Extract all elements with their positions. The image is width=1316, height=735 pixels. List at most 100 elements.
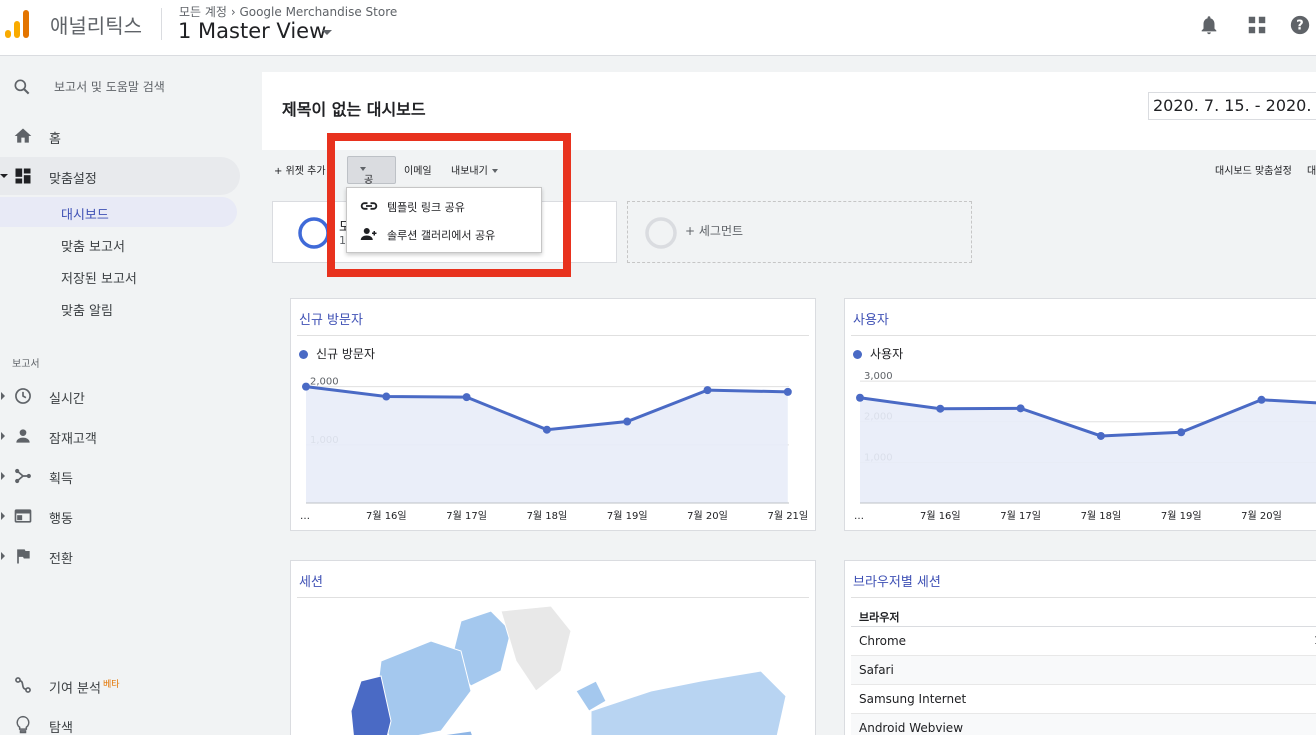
- logo-bar-large: [23, 10, 29, 38]
- sidebar-item-acquisition[interactable]: 획득: [0, 457, 240, 495]
- expand-arrow-icon: [1, 552, 5, 560]
- customize-dashboard-button[interactable]: 대시보드 맞춤설정: [1215, 162, 1292, 177]
- view-selector[interactable]: 1 Master View: [178, 19, 326, 43]
- sidebar-subitem-custom-reports[interactable]: 맞춤 보고서: [0, 229, 237, 259]
- export-button[interactable]: 내보내기: [451, 162, 498, 177]
- widget-title[interactable]: 세션: [299, 571, 323, 590]
- sidebar-item-label: 기여 분석 베타: [49, 677, 120, 696]
- expand-arrow-icon: [1, 472, 5, 480]
- sidebar-subitem-dashboards[interactable]: 대시보드: [0, 197, 237, 227]
- sidebar-item-behavior[interactable]: 행동: [0, 497, 240, 535]
- widget-new-visitors: 신규 방문자 신규 방문자 1,0002,000…7월 16일7월 17일7월 …: [290, 298, 816, 531]
- y-tick-label: 2,000: [310, 377, 339, 388]
- top-header: 애널리틱스 모든 계정 › Google Merchandise Store 1…: [0, 0, 1316, 56]
- sidebar-item-attribution[interactable]: 기여 분석 베타: [0, 666, 240, 704]
- delete-dashboard-button[interactable]: 대: [1307, 162, 1316, 177]
- beta-badge: 베타: [102, 680, 120, 690]
- logo-bar-small: [5, 30, 11, 38]
- widget-browser-sessions: 브라우저별 세션 브라우저 Chrome1 Safari Samsung Int…: [844, 560, 1316, 735]
- widget-divider: [851, 597, 1316, 598]
- export-label: 내보내기: [451, 166, 488, 177]
- new-visitors-line-chart: 1,0002,000…7월 16일7월 17일7월 18일7월 19일7월 20…: [300, 375, 808, 522]
- data-point: [302, 382, 310, 391]
- breadcrumb-property[interactable]: Google Merchandise Store: [239, 5, 397, 19]
- sidebar-item-label: 탐색: [49, 721, 73, 735]
- widget-title[interactable]: 브라우저별 세션: [853, 571, 941, 590]
- data-point: [936, 404, 945, 413]
- data-point: [1177, 428, 1186, 437]
- sidebar-subitem-label: 저장된 보고서: [61, 272, 137, 287]
- y-tick-label: 3,000: [864, 371, 893, 382]
- x-tick-label: 7월 20일: [1241, 510, 1282, 522]
- browser-name: Android Webview: [859, 721, 964, 735]
- date-range-picker[interactable]: 2020. 7. 15. - 2020. 7. 21.: [1148, 92, 1316, 120]
- search-icon: [14, 79, 30, 95]
- browser-name: Samsung Internet: [859, 692, 967, 706]
- sidebar-subitem-label: 맞춤 알림: [61, 304, 113, 319]
- sidebar-item-discover[interactable]: 탐색: [0, 706, 240, 735]
- email-button[interactable]: 이메일: [404, 162, 432, 177]
- svg-text:?: ?: [1296, 19, 1303, 34]
- breadcrumb[interactable]: 모든 계정 › Google Merchandise Store: [179, 3, 397, 20]
- sidebar-item-audience[interactable]: 잠재고객: [0, 417, 240, 455]
- map-region-greenland[interactable]: [500, 605, 572, 692]
- link-icon: [360, 202, 378, 210]
- x-tick-label: 7월 19일: [1161, 510, 1202, 522]
- add-segment-slot[interactable]: + 세그먼트: [627, 201, 972, 263]
- sidebar-subitem-label: 대시보드: [61, 208, 109, 223]
- notifications-bell-icon[interactable]: [1198, 14, 1220, 36]
- dashboard-title[interactable]: 제목이 없는 대시보드: [282, 96, 426, 120]
- menu-item-label: 템플릿 링크 공유: [387, 201, 465, 214]
- person-icon: [16, 429, 30, 443]
- data-point: [1016, 404, 1025, 413]
- sidebar-item-label: 행동: [49, 512, 73, 527]
- search-placeholder: 보고서 및 도움말 검색: [54, 80, 165, 94]
- widget-users: 사용자 사용자 1,0002,0003,000…7월 16일7월 17일7월 1…: [844, 298, 1316, 531]
- expand-arrow-icon: [0, 174, 8, 178]
- browser-name: Safari: [859, 663, 894, 677]
- share-button[interactable]: 공유: [347, 156, 396, 201]
- x-tick-label: 7월 16일: [920, 510, 961, 522]
- sidebar-item-realtime[interactable]: 실시간: [0, 377, 240, 415]
- person-add-icon: [360, 228, 377, 240]
- map-region-scandinavia[interactable]: [575, 680, 607, 712]
- sidebar-subitem-saved-reports[interactable]: 저장된 보고서: [0, 261, 237, 291]
- add-segment-label: + 세그먼트: [685, 224, 744, 238]
- table-header-browser[interactable]: 브라우저: [851, 599, 1316, 627]
- menu-item-share-template-link[interactable]: 템플릿 링크 공유: [347, 192, 541, 220]
- sidebar-subitem-custom-alerts[interactable]: 맞춤 알림: [0, 293, 237, 323]
- x-tick-label: 7월 18일: [1081, 510, 1122, 522]
- sidebar-search[interactable]: 보고서 및 도움말 검색: [0, 70, 250, 102]
- analytics-logo[interactable]: [4, 8, 34, 38]
- menu-item-share-solutions-gallery[interactable]: 솔루션 갤러리에서 공유: [347, 220, 541, 248]
- view-dropdown-icon[interactable]: [322, 30, 332, 35]
- table-row[interactable]: Android Webview: [851, 714, 1316, 735]
- table-row[interactable]: Safari: [851, 656, 1316, 685]
- help-icon[interactable]: ?: [1289, 14, 1311, 36]
- app-name: 애널리틱스: [50, 14, 142, 38]
- sidebar-item-conversions[interactable]: 전환: [0, 537, 240, 575]
- table-row[interactable]: Samsung Internet: [851, 685, 1316, 714]
- table-row[interactable]: Chrome1: [851, 627, 1316, 656]
- clock-icon: [15, 388, 31, 404]
- data-point: [462, 393, 471, 402]
- caret-down-icon: [491, 169, 498, 173]
- map-region-eurasia[interactable]: [590, 670, 787, 735]
- x-tick-label: …: [854, 511, 864, 522]
- x-tick-label: 7월 21일: [767, 510, 808, 522]
- x-tick-label: 7월 18일: [527, 510, 568, 522]
- x-tick-label: 7월 20일: [687, 510, 728, 522]
- segment-empty-ring-icon: [645, 217, 677, 249]
- breadcrumb-all-accounts[interactable]: 모든 계정: [179, 5, 227, 19]
- world-map[interactable]: [321, 601, 791, 735]
- sidebar-item-label: 홈: [49, 132, 61, 147]
- dashboard-toolbar: + 위젯 추가 공유 이메일 내보내기 대시보드 맞춤설정 대: [262, 150, 1316, 201]
- sidebar-item-customization[interactable]: 맞춤설정: [0, 157, 240, 195]
- apps-grid-icon[interactable]: [1246, 14, 1268, 36]
- logo-bar-medium: [14, 21, 20, 38]
- data-point: [623, 417, 632, 426]
- add-widget-button[interactable]: + 위젯 추가: [274, 162, 326, 177]
- x-tick-label: 7월 19일: [607, 510, 648, 522]
- attribution-label: 기여 분석: [49, 681, 101, 697]
- sidebar-item-home[interactable]: 홈: [0, 117, 240, 155]
